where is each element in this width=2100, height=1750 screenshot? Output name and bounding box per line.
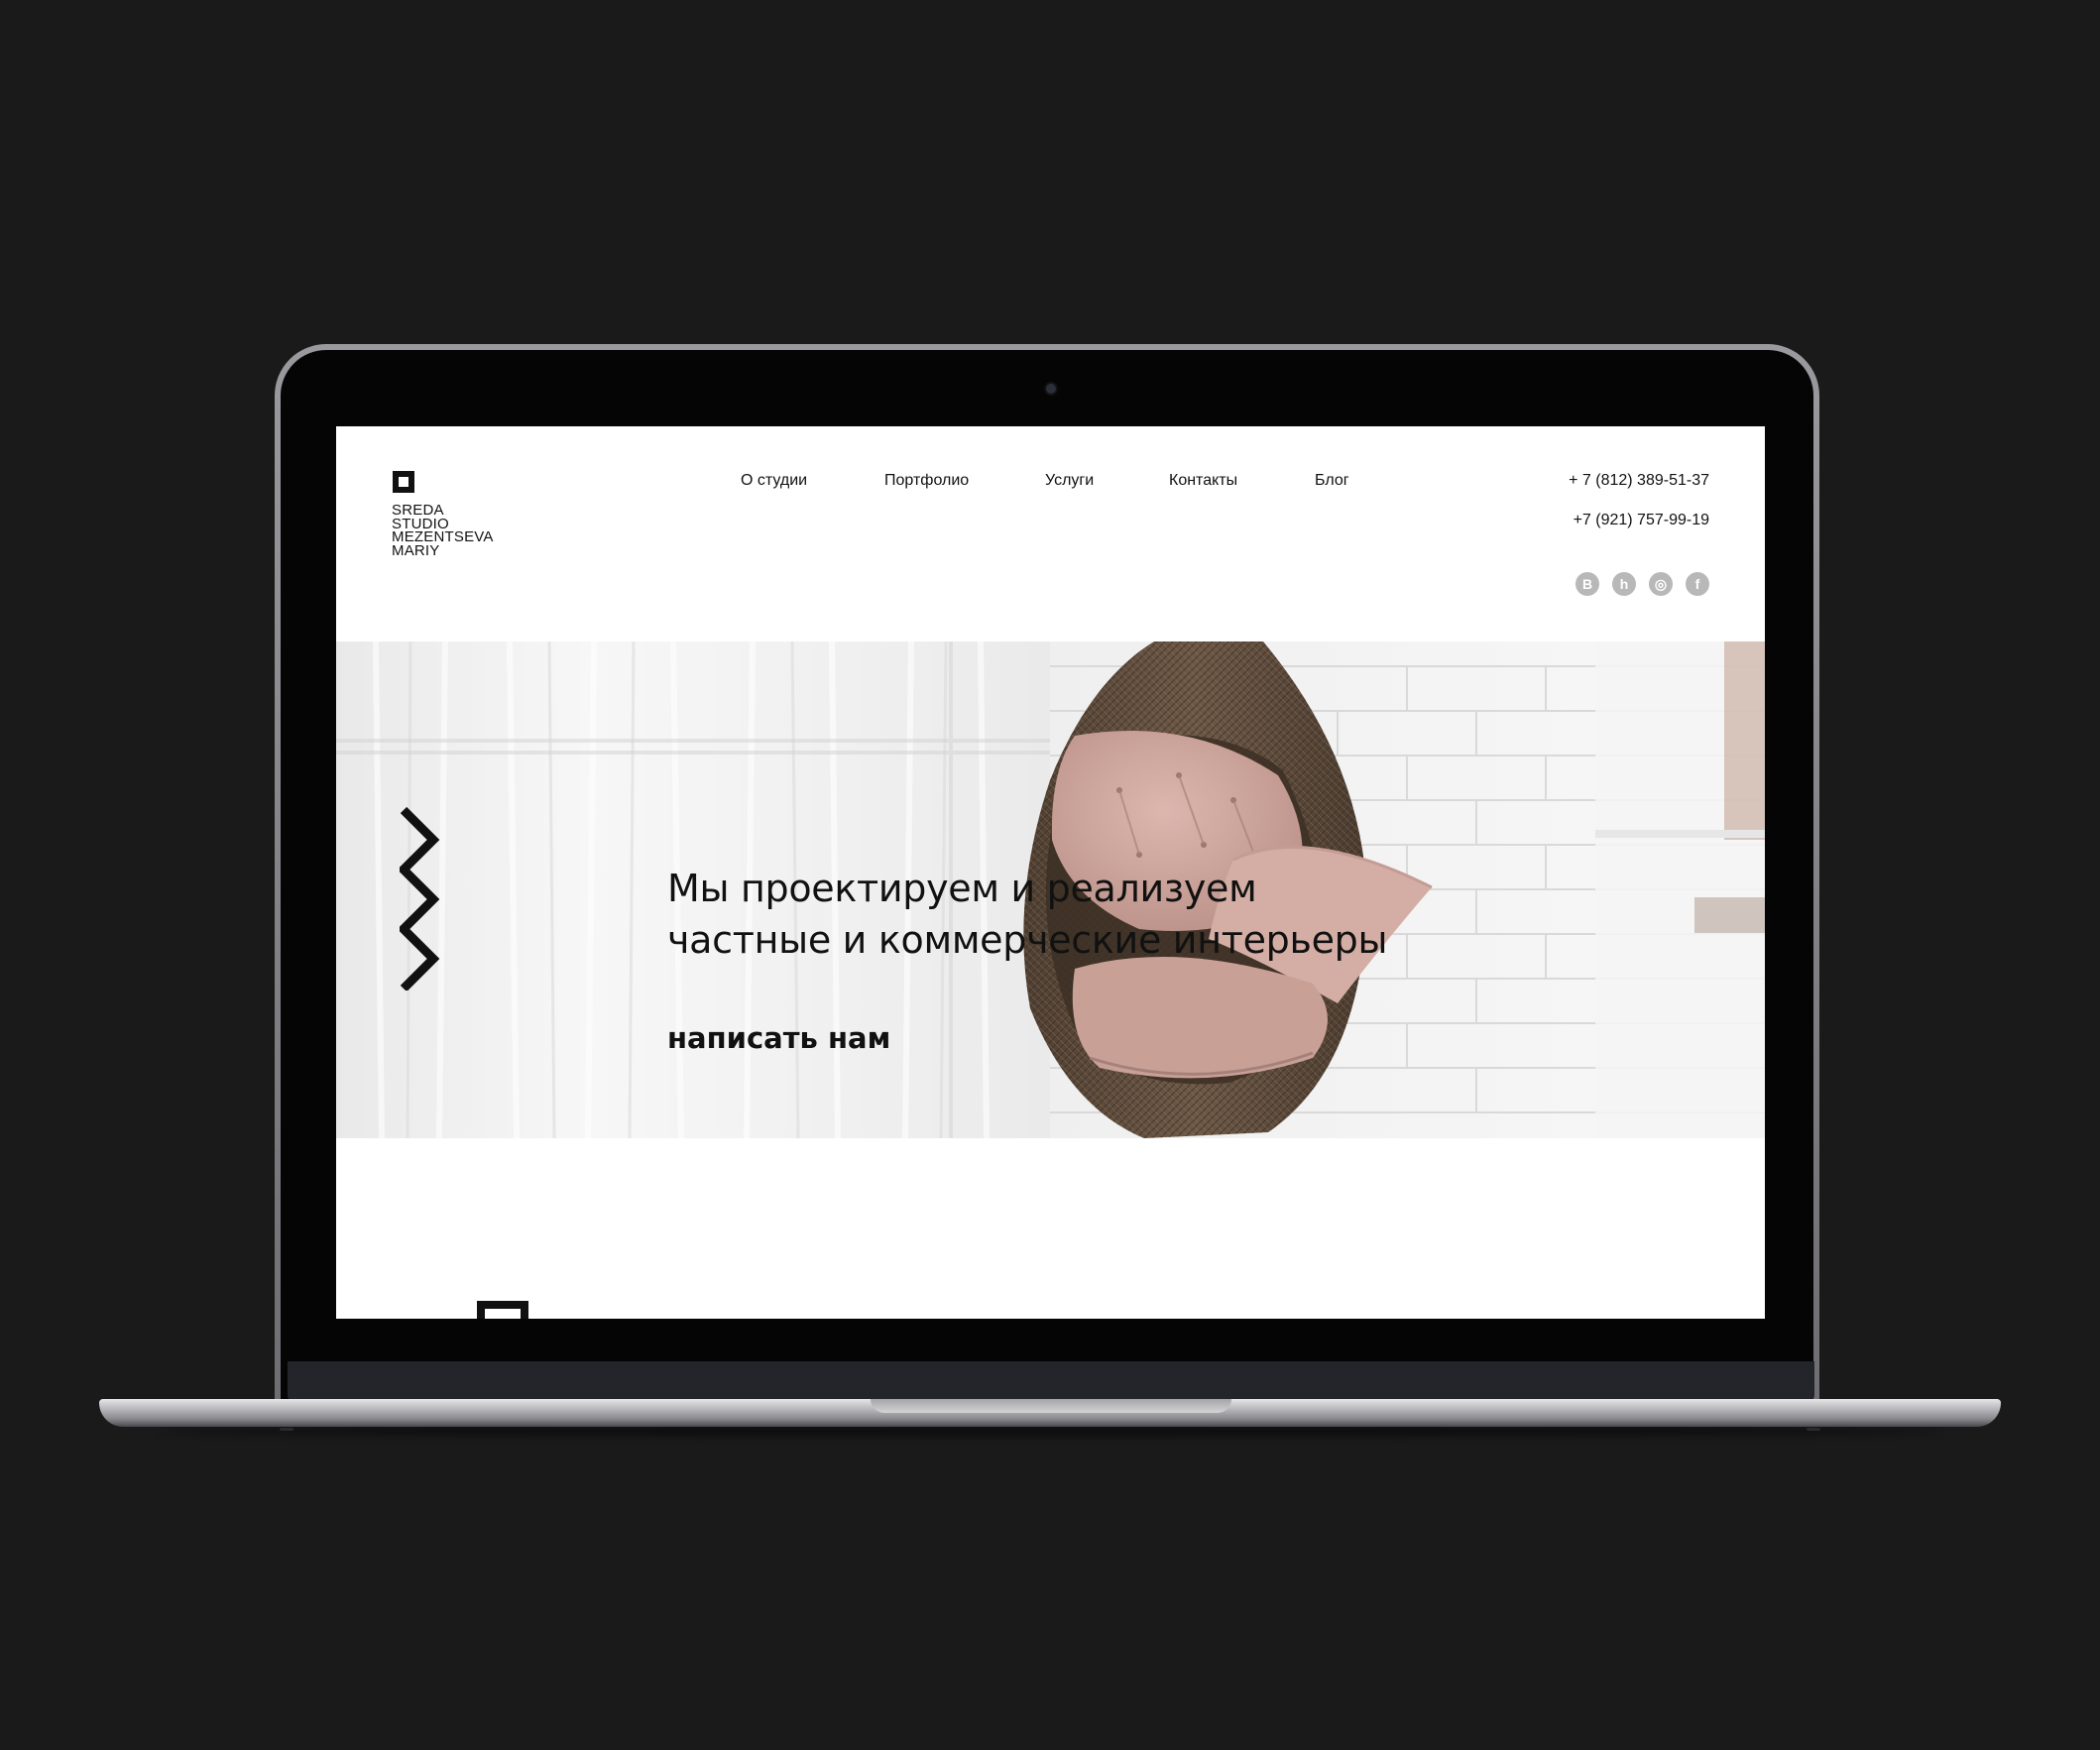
social-links: В h ◎ f (1575, 572, 1709, 596)
nav-item-services[interactable]: Услуги (1045, 472, 1094, 490)
hero-banner: Мы проектируем и реализуем частные и ком… (336, 642, 1765, 1138)
laptop-foot (1807, 1428, 1820, 1431)
mockup-stage: SREDA STUDIO MEZENTSEVA MARIY О студии П… (0, 0, 2100, 1750)
instagram-icon[interactable]: ◎ (1649, 572, 1673, 596)
zigzag-decoration-icon (400, 806, 440, 991)
webcam-icon (1046, 384, 1056, 394)
phone-number-primary[interactable]: + 7 (812) 389-51-37 (1569, 472, 1709, 490)
hero-title-line: частные и коммерческие интерьеры (667, 918, 1388, 962)
laptop-shadow (159, 1426, 1941, 1436)
square-logo-icon (477, 1301, 528, 1319)
logo-line: MARIY (392, 541, 440, 559)
logo-wordmark[interactable]: SREDA STUDIO MEZENTSEVA MARIY (392, 503, 494, 559)
laptop-opening-notch (871, 1399, 1231, 1413)
website-screen: SREDA STUDIO MEZENTSEVA MARIY О студии П… (336, 426, 1765, 1319)
laptop-chin (288, 1361, 1814, 1401)
vk-icon[interactable]: В (1575, 572, 1599, 596)
laptop-foot (280, 1428, 293, 1431)
write-us-link[interactable]: написать нам (667, 1021, 890, 1055)
facebook-icon[interactable]: f (1686, 572, 1709, 596)
hero-title: Мы проектируем и реализуем частные и ком… (667, 863, 1387, 966)
main-navigation: О студии Портфолио Услуги Контакты Блог (336, 472, 1765, 496)
houzz-icon[interactable]: h (1612, 572, 1636, 596)
hero-title-line: Мы проектируем и реализуем (667, 867, 1257, 910)
nav-item-blog[interactable]: Блог (1315, 472, 1349, 490)
nav-item-about[interactable]: О студии (741, 472, 807, 490)
nav-item-contacts[interactable]: Контакты (1169, 472, 1237, 490)
nav-item-portfolio[interactable]: Портфолио (884, 472, 969, 490)
phone-number-secondary[interactable]: +7 (921) 757-99-19 (1574, 512, 1709, 529)
